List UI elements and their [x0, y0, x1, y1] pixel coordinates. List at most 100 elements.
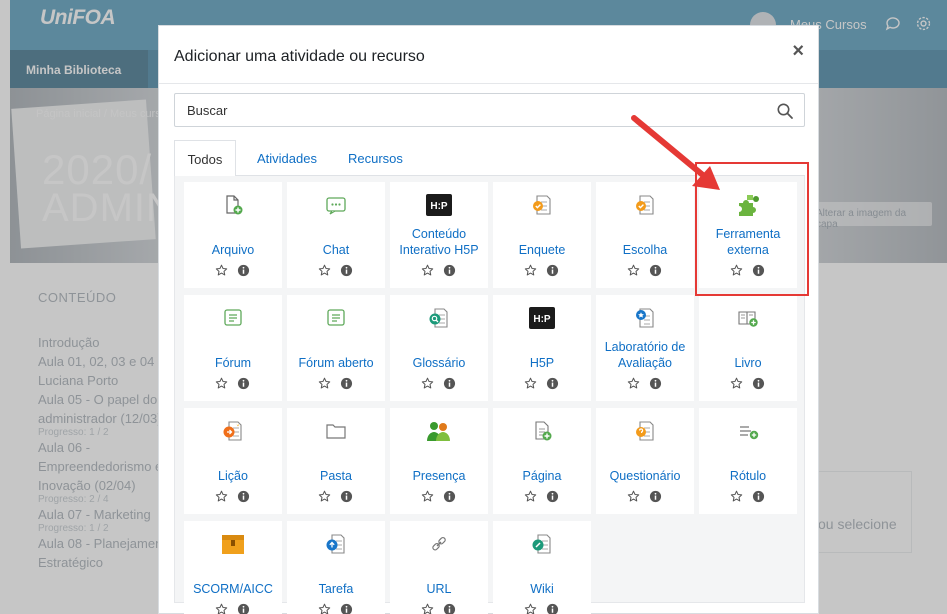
activity-label[interactable]: Enquete	[495, 242, 589, 258]
star-icon[interactable]	[626, 490, 640, 504]
info-icon[interactable]	[237, 603, 251, 614]
choice-icon	[493, 193, 591, 217]
activity-tile[interactable]: H:P H5P	[493, 295, 591, 401]
tab-activities[interactable]: Atividades	[257, 140, 317, 176]
activity-tile[interactable]: Fórum aberto	[287, 295, 385, 401]
activity-tile[interactable]: Fórum	[184, 295, 282, 401]
assignment-icon	[287, 532, 385, 556]
activity-tile[interactable]: Página	[493, 408, 591, 514]
star-icon[interactable]	[214, 603, 228, 614]
activity-label[interactable]: Arquivo	[186, 242, 280, 258]
info-icon[interactable]	[649, 264, 663, 278]
info-icon[interactable]	[443, 490, 457, 504]
info-icon[interactable]	[237, 490, 251, 504]
activity-tile[interactable]: Pasta	[287, 408, 385, 514]
svg-text:H:P: H:P	[533, 314, 551, 325]
activity-label[interactable]: Pasta	[289, 468, 383, 484]
activity-tile[interactable]: Glossário	[390, 295, 488, 401]
star-icon[interactable]	[420, 490, 434, 504]
star-icon[interactable]	[523, 264, 537, 278]
star-icon[interactable]	[626, 264, 640, 278]
pointer-arrow-icon	[631, 115, 720, 190]
star-icon[interactable]	[729, 377, 743, 391]
activity-label[interactable]: H5P	[495, 355, 589, 371]
star-icon[interactable]	[420, 264, 434, 278]
info-icon[interactable]	[340, 603, 354, 614]
activity-label[interactable]: Glossário	[392, 355, 486, 371]
close-icon[interactable]: ×	[792, 40, 804, 63]
file-add-icon	[184, 193, 282, 217]
h5p-icon: H:P	[493, 306, 591, 330]
activity-tile[interactable]: Livro	[699, 295, 797, 401]
star-icon[interactable]	[214, 490, 228, 504]
glossary-icon	[390, 306, 488, 330]
activity-tile[interactable]: Presença	[390, 408, 488, 514]
activity-label[interactable]: SCORM/AICC	[186, 581, 280, 597]
activity-tile[interactable]: Lição	[184, 408, 282, 514]
h5p-icon: H:P	[390, 193, 488, 217]
star-icon[interactable]	[214, 377, 228, 391]
activity-tile[interactable]: Chat	[287, 182, 385, 288]
activity-label[interactable]: Escolha	[598, 242, 692, 258]
activity-tile[interactable]: SCORM/AICC	[184, 521, 282, 614]
activity-label[interactable]: Conteúdo Interativo H5P	[392, 226, 486, 258]
activity-tile[interactable]: H:P Conteúdo Interativo H5P	[390, 182, 488, 288]
url-icon	[390, 532, 488, 556]
activity-label[interactable]: Chat	[289, 242, 383, 258]
activity-label[interactable]: Fórum	[186, 355, 280, 371]
info-icon[interactable]	[752, 377, 766, 391]
star-icon[interactable]	[729, 490, 743, 504]
activity-label[interactable]: Wiki	[495, 581, 589, 597]
star-icon[interactable]	[523, 377, 537, 391]
chat-icon	[287, 193, 385, 217]
info-icon[interactable]	[443, 603, 457, 614]
activity-tile[interactable]: Questionário	[596, 408, 694, 514]
activity-tile[interactable]: Laboratório de Avaliação	[596, 295, 694, 401]
info-icon[interactable]	[649, 490, 663, 504]
activity-label[interactable]: Presença	[392, 468, 486, 484]
activity-label[interactable]: Página	[495, 468, 589, 484]
folder-icon	[287, 419, 385, 443]
star-icon[interactable]	[523, 490, 537, 504]
info-icon[interactable]	[649, 377, 663, 391]
activity-label[interactable]: Fórum aberto	[289, 355, 383, 371]
star-icon[interactable]	[214, 264, 228, 278]
info-icon[interactable]	[237, 264, 251, 278]
activity-tile[interactable]: Arquivo	[184, 182, 282, 288]
info-icon[interactable]	[546, 490, 560, 504]
activity-tile[interactable]: Tarefa	[287, 521, 385, 614]
info-icon[interactable]	[443, 377, 457, 391]
activity-label[interactable]: Questionário	[598, 468, 692, 484]
activity-tile[interactable]: Wiki	[493, 521, 591, 614]
star-icon[interactable]	[317, 264, 331, 278]
tab-all[interactable]: Todos	[174, 140, 236, 177]
tab-resources[interactable]: Recursos	[348, 140, 403, 176]
search-icon[interactable]	[776, 102, 794, 120]
activity-label[interactable]: URL	[392, 581, 486, 597]
info-icon[interactable]	[237, 377, 251, 391]
info-icon[interactable]	[443, 264, 457, 278]
info-icon[interactable]	[340, 377, 354, 391]
activity-label[interactable]: Laboratório de Avaliação	[598, 339, 692, 371]
info-icon[interactable]	[546, 377, 560, 391]
star-icon[interactable]	[317, 603, 331, 614]
activity-label[interactable]: Lição	[186, 468, 280, 484]
info-icon[interactable]	[546, 264, 560, 278]
info-icon[interactable]	[340, 490, 354, 504]
activity-label[interactable]: Tarefa	[289, 581, 383, 597]
star-icon[interactable]	[420, 377, 434, 391]
star-icon[interactable]	[626, 377, 640, 391]
info-icon[interactable]	[752, 490, 766, 504]
info-icon[interactable]	[546, 603, 560, 614]
star-icon[interactable]	[523, 603, 537, 614]
activity-tile[interactable]: Enquete	[493, 182, 591, 288]
activity-label[interactable]: Rótulo	[701, 468, 795, 484]
modal-title: Adicionar uma atividade ou recurso	[174, 48, 425, 65]
info-icon[interactable]	[340, 264, 354, 278]
star-icon[interactable]	[420, 603, 434, 614]
activity-tile[interactable]: URL	[390, 521, 488, 614]
activity-label[interactable]: Livro	[701, 355, 795, 371]
star-icon[interactable]	[317, 490, 331, 504]
activity-tile[interactable]: Rótulo	[699, 408, 797, 514]
star-icon[interactable]	[317, 377, 331, 391]
